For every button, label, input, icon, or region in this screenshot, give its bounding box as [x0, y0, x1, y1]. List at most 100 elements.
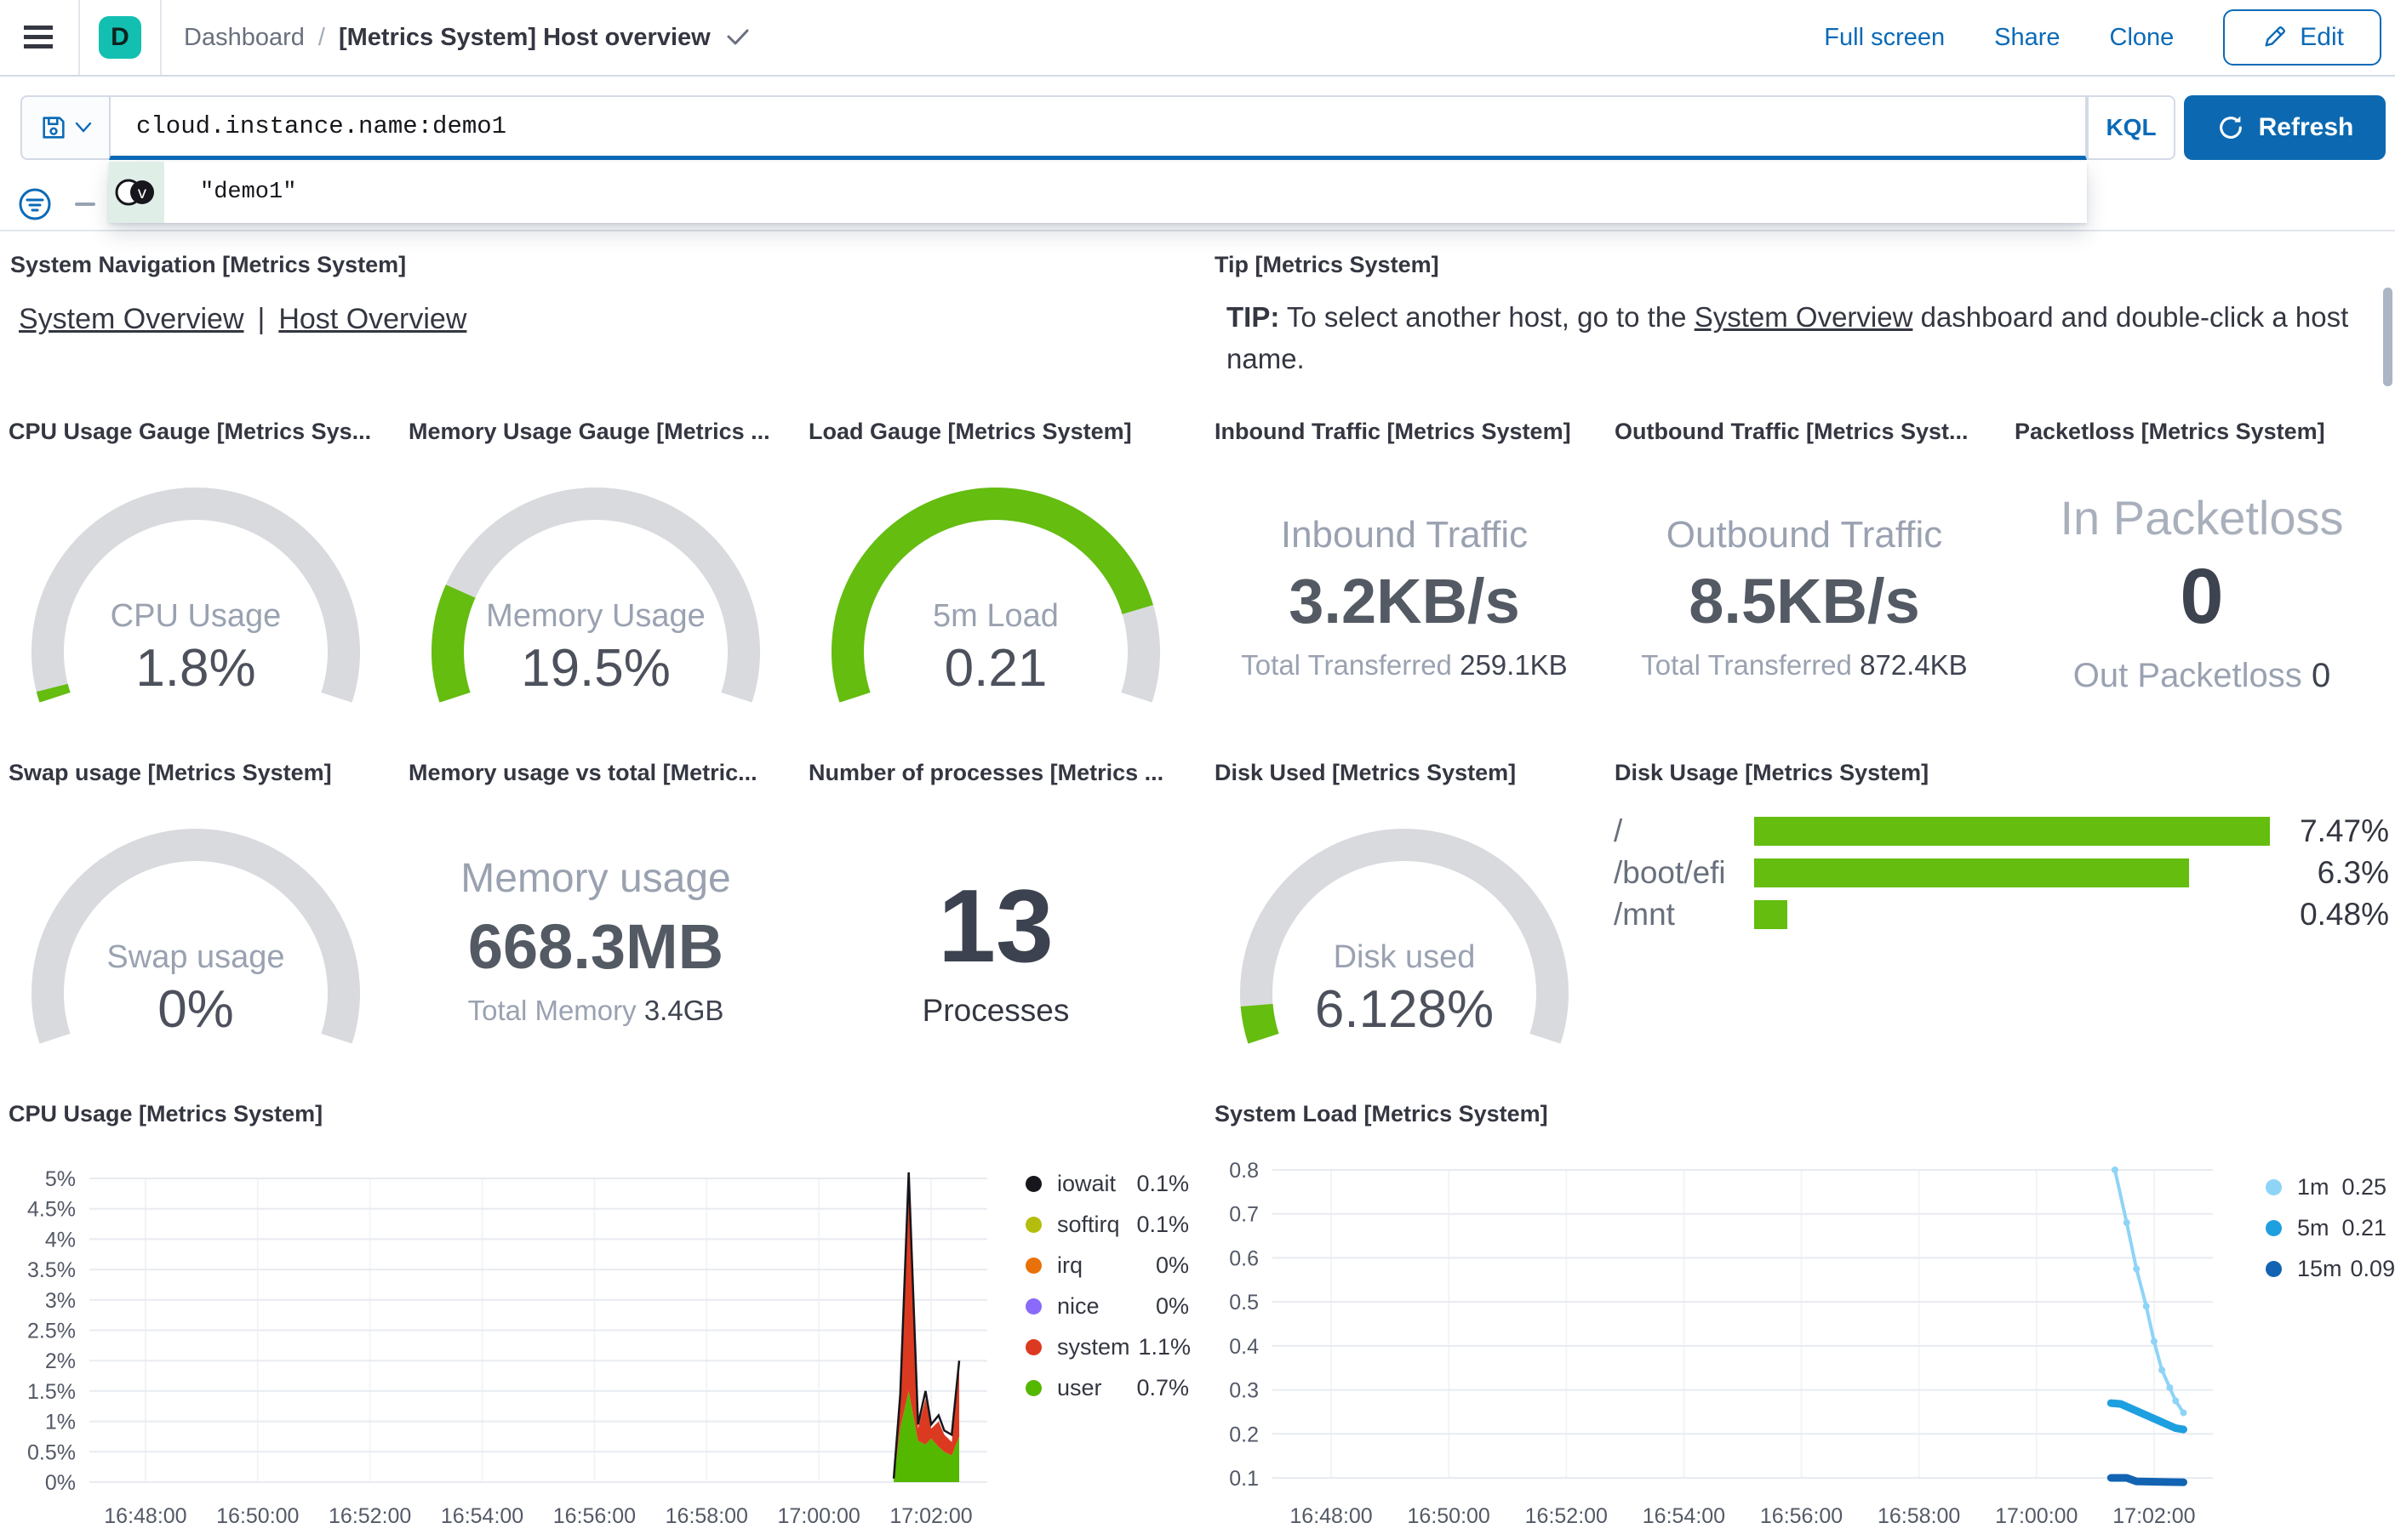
swap-usage-gauge — [31, 829, 360, 1044]
refresh-button[interactable]: Refresh — [2184, 95, 2386, 160]
title-checkmark-icon — [726, 28, 750, 47]
chevron-down-icon — [75, 122, 92, 133]
edit-button[interactable]: Edit — [2223, 9, 2381, 66]
svg-text:16:58:00: 16:58:00 — [1878, 1504, 1960, 1528]
svg-text:0.6: 0.6 — [1229, 1246, 1259, 1270]
svg-text:17:00:00: 17:00:00 — [1995, 1504, 2078, 1528]
legend-item[interactable]: 5m 0.21 — [2266, 1215, 2386, 1241]
disk-bar[interactable] — [1754, 900, 1787, 929]
svg-text:5%: 5% — [45, 1167, 76, 1191]
gauge-value: 0.21 — [944, 639, 1048, 698]
scrollbar-thumb[interactable] — [2383, 288, 2392, 386]
system-navigation-links: System Overview | Host Overview — [19, 303, 466, 336]
legend-color-dot — [1026, 1298, 1042, 1315]
metric-sub-label: Out Packetloss — [2072, 657, 2302, 694]
share-button[interactable]: Share — [1994, 24, 2060, 52]
svg-text:3%: 3% — [45, 1289, 76, 1313]
legend-label: 5m — [2297, 1215, 2329, 1241]
svg-text:0.8: 0.8 — [1229, 1159, 1259, 1183]
svg-text:0.1: 0.1 — [1229, 1467, 1259, 1491]
gauge-label: CPU Usage — [110, 598, 282, 634]
panel-system-load-chart: System Load [Metrics System] 0.1 0.2 0.3 0.… — [1209, 1101, 2395, 1540]
legend-item[interactable]: system 1.1% — [1026, 1334, 1191, 1360]
legend-label: irq — [1057, 1252, 1083, 1278]
gauge-label: Swap usage — [106, 939, 285, 975]
kibana-dashboard-screen: D Dashboard / [Metrics System] Host over… — [0, 0, 2395, 1540]
clone-button[interactable]: Clone — [2110, 24, 2175, 52]
metric-value: 668.3MB — [467, 911, 724, 982]
memory-usage-gauge — [432, 488, 760, 703]
panel-cpu-usage-gauge: CPU Usage Gauge [Metrics Sys... CPU Usag… — [0, 419, 392, 752]
legend-item[interactable]: 1m 0.25 — [2266, 1174, 2386, 1201]
legend-color-dot — [1026, 1258, 1042, 1274]
filter-icon[interactable] — [17, 186, 53, 222]
svg-text:1%: 1% — [45, 1411, 76, 1434]
gauge-value: 0% — [157, 980, 234, 1039]
load-gauge — [832, 488, 1160, 703]
legend-label: softirq — [1057, 1212, 1120, 1237]
legend-color-dot — [1026, 1380, 1042, 1396]
menu-hamburger-icon[interactable] — [0, 0, 80, 75]
disk-usage-value: 6.3% — [2317, 855, 2389, 890]
query-text: cloud.instance.name:demo1 — [136, 112, 507, 140]
svg-text:16:56:00: 16:56:00 — [553, 1504, 636, 1528]
refresh-icon — [2219, 116, 2242, 139]
disk-usage-row: /boot/efi 6.3% — [1614, 855, 2389, 890]
saved-query-menu-button[interactable] — [20, 95, 109, 160]
disk-mount-label: /boot/efi — [1614, 855, 1726, 890]
legend-item[interactable]: nice 0% — [1026, 1293, 1189, 1320]
panel-number-of-processes: Number of processes [Metrics ... 13 Proc… — [800, 760, 1192, 1098]
svg-text:0.3: 0.3 — [1229, 1379, 1259, 1403]
svg-text:16:52:00: 16:52:00 — [329, 1504, 411, 1528]
svg-text:16:54:00: 16:54:00 — [1643, 1504, 1725, 1528]
metric-sub-value: 3.4GB — [643, 995, 724, 1026]
full-screen-button[interactable]: Full screen — [1824, 24, 1945, 52]
query-language-switcher[interactable]: KQL — [2087, 95, 2175, 160]
legend-item[interactable]: irq 0% — [1026, 1252, 1189, 1279]
host-overview-link[interactable]: Host Overview — [278, 303, 466, 335]
breadcrumb: Dashboard / [Metrics System] Host overvi… — [184, 24, 750, 52]
refresh-button-label: Refresh — [2258, 113, 2354, 141]
system-load-line-chart[interactable]: 0.1 0.2 0.3 0.4 0.5 0.6 0.7 0.8 16:48:00 16:50:00… — [1209, 1101, 2395, 1540]
svg-text:16:50:00: 16:50:00 — [1408, 1504, 1490, 1528]
cpu-chart-legend: iowait 0.1% softirq 0.1% irq 0% nice 0% system 1.… — [1026, 1171, 1191, 1416]
disk-bar-track — [1754, 817, 2270, 846]
svg-text:2.5%: 2.5% — [27, 1320, 76, 1343]
system-overview-link[interactable]: System Overview — [19, 303, 244, 335]
tip-pre: To select another host, go to the — [1279, 301, 1695, 333]
space-avatar[interactable]: D — [99, 16, 141, 59]
legend-item[interactable]: 15m 0.09 — [2266, 1256, 2395, 1282]
svg-text:16:50:00: 16:50:00 — [216, 1504, 299, 1528]
legend-item[interactable]: softirq 0.1% — [1026, 1212, 1189, 1238]
legend-item[interactable]: iowait 0.1% — [1026, 1171, 1189, 1197]
panel-title: Outbound Traffic [Metrics Syst... — [1615, 419, 1969, 444]
gauge-label: 5m Load — [933, 598, 1059, 634]
cpu-usage-area-chart[interactable]: 0% 0.5% 1% 1.5% 2% 2.5% 3% 3.5% 4% 4.5% 5% 16:48:00… — [0, 1101, 1200, 1540]
svg-text:16:54:00: 16:54:00 — [441, 1504, 523, 1528]
search-query-input[interactable]: cloud.instance.name:demo1 — [109, 95, 2087, 160]
metric-label: Processes — [922, 993, 1070, 1028]
legend-value: 0.1% — [1136, 1171, 1189, 1196]
metric-label: Outbound Traffic — [1666, 514, 1943, 556]
disk-bar[interactable] — [1754, 817, 2270, 846]
svg-text:3.5%: 3.5% — [27, 1258, 76, 1282]
panel-memory-usage-gauge: Memory Usage Gauge [Metrics ... Memory U… — [400, 419, 792, 752]
space-switcher: D — [80, 0, 162, 75]
panel-swap-usage-gauge: Swap usage [Metrics System] Swap usage 0… — [0, 760, 392, 1098]
suggestion-item-demo1[interactable]: "demo1" — [164, 162, 296, 223]
gauge-label: Memory Usage — [486, 598, 706, 634]
page-title: [Metrics System] Host overview — [338, 23, 711, 51]
disk-usage-row: /mnt 0.48% — [1614, 897, 2389, 932]
legend-label: user — [1057, 1375, 1102, 1400]
disk-usage-bar-chart: / 7.47% /boot/efi 6.3% /mnt 0.48% — [1614, 813, 2389, 941]
metric-value: 13 — [938, 868, 1054, 984]
panel-title: Tip [Metrics System] — [1215, 252, 1439, 277]
metric-sub-value: 259.1KB — [1460, 649, 1568, 681]
panel-memory-usage-vs-total: Memory usage vs total [Metric... Memory … — [400, 760, 792, 1098]
breadcrumb-dashboard-link[interactable]: Dashboard — [184, 24, 305, 52]
svg-text:16:48:00: 16:48:00 — [1289, 1504, 1372, 1528]
tip-system-overview-link[interactable]: System Overview — [1695, 301, 1913, 333]
disk-bar[interactable] — [1754, 858, 2190, 887]
panel-title: System Navigation [Metrics System] — [10, 252, 407, 277]
legend-item[interactable]: user 0.7% — [1026, 1375, 1189, 1401]
